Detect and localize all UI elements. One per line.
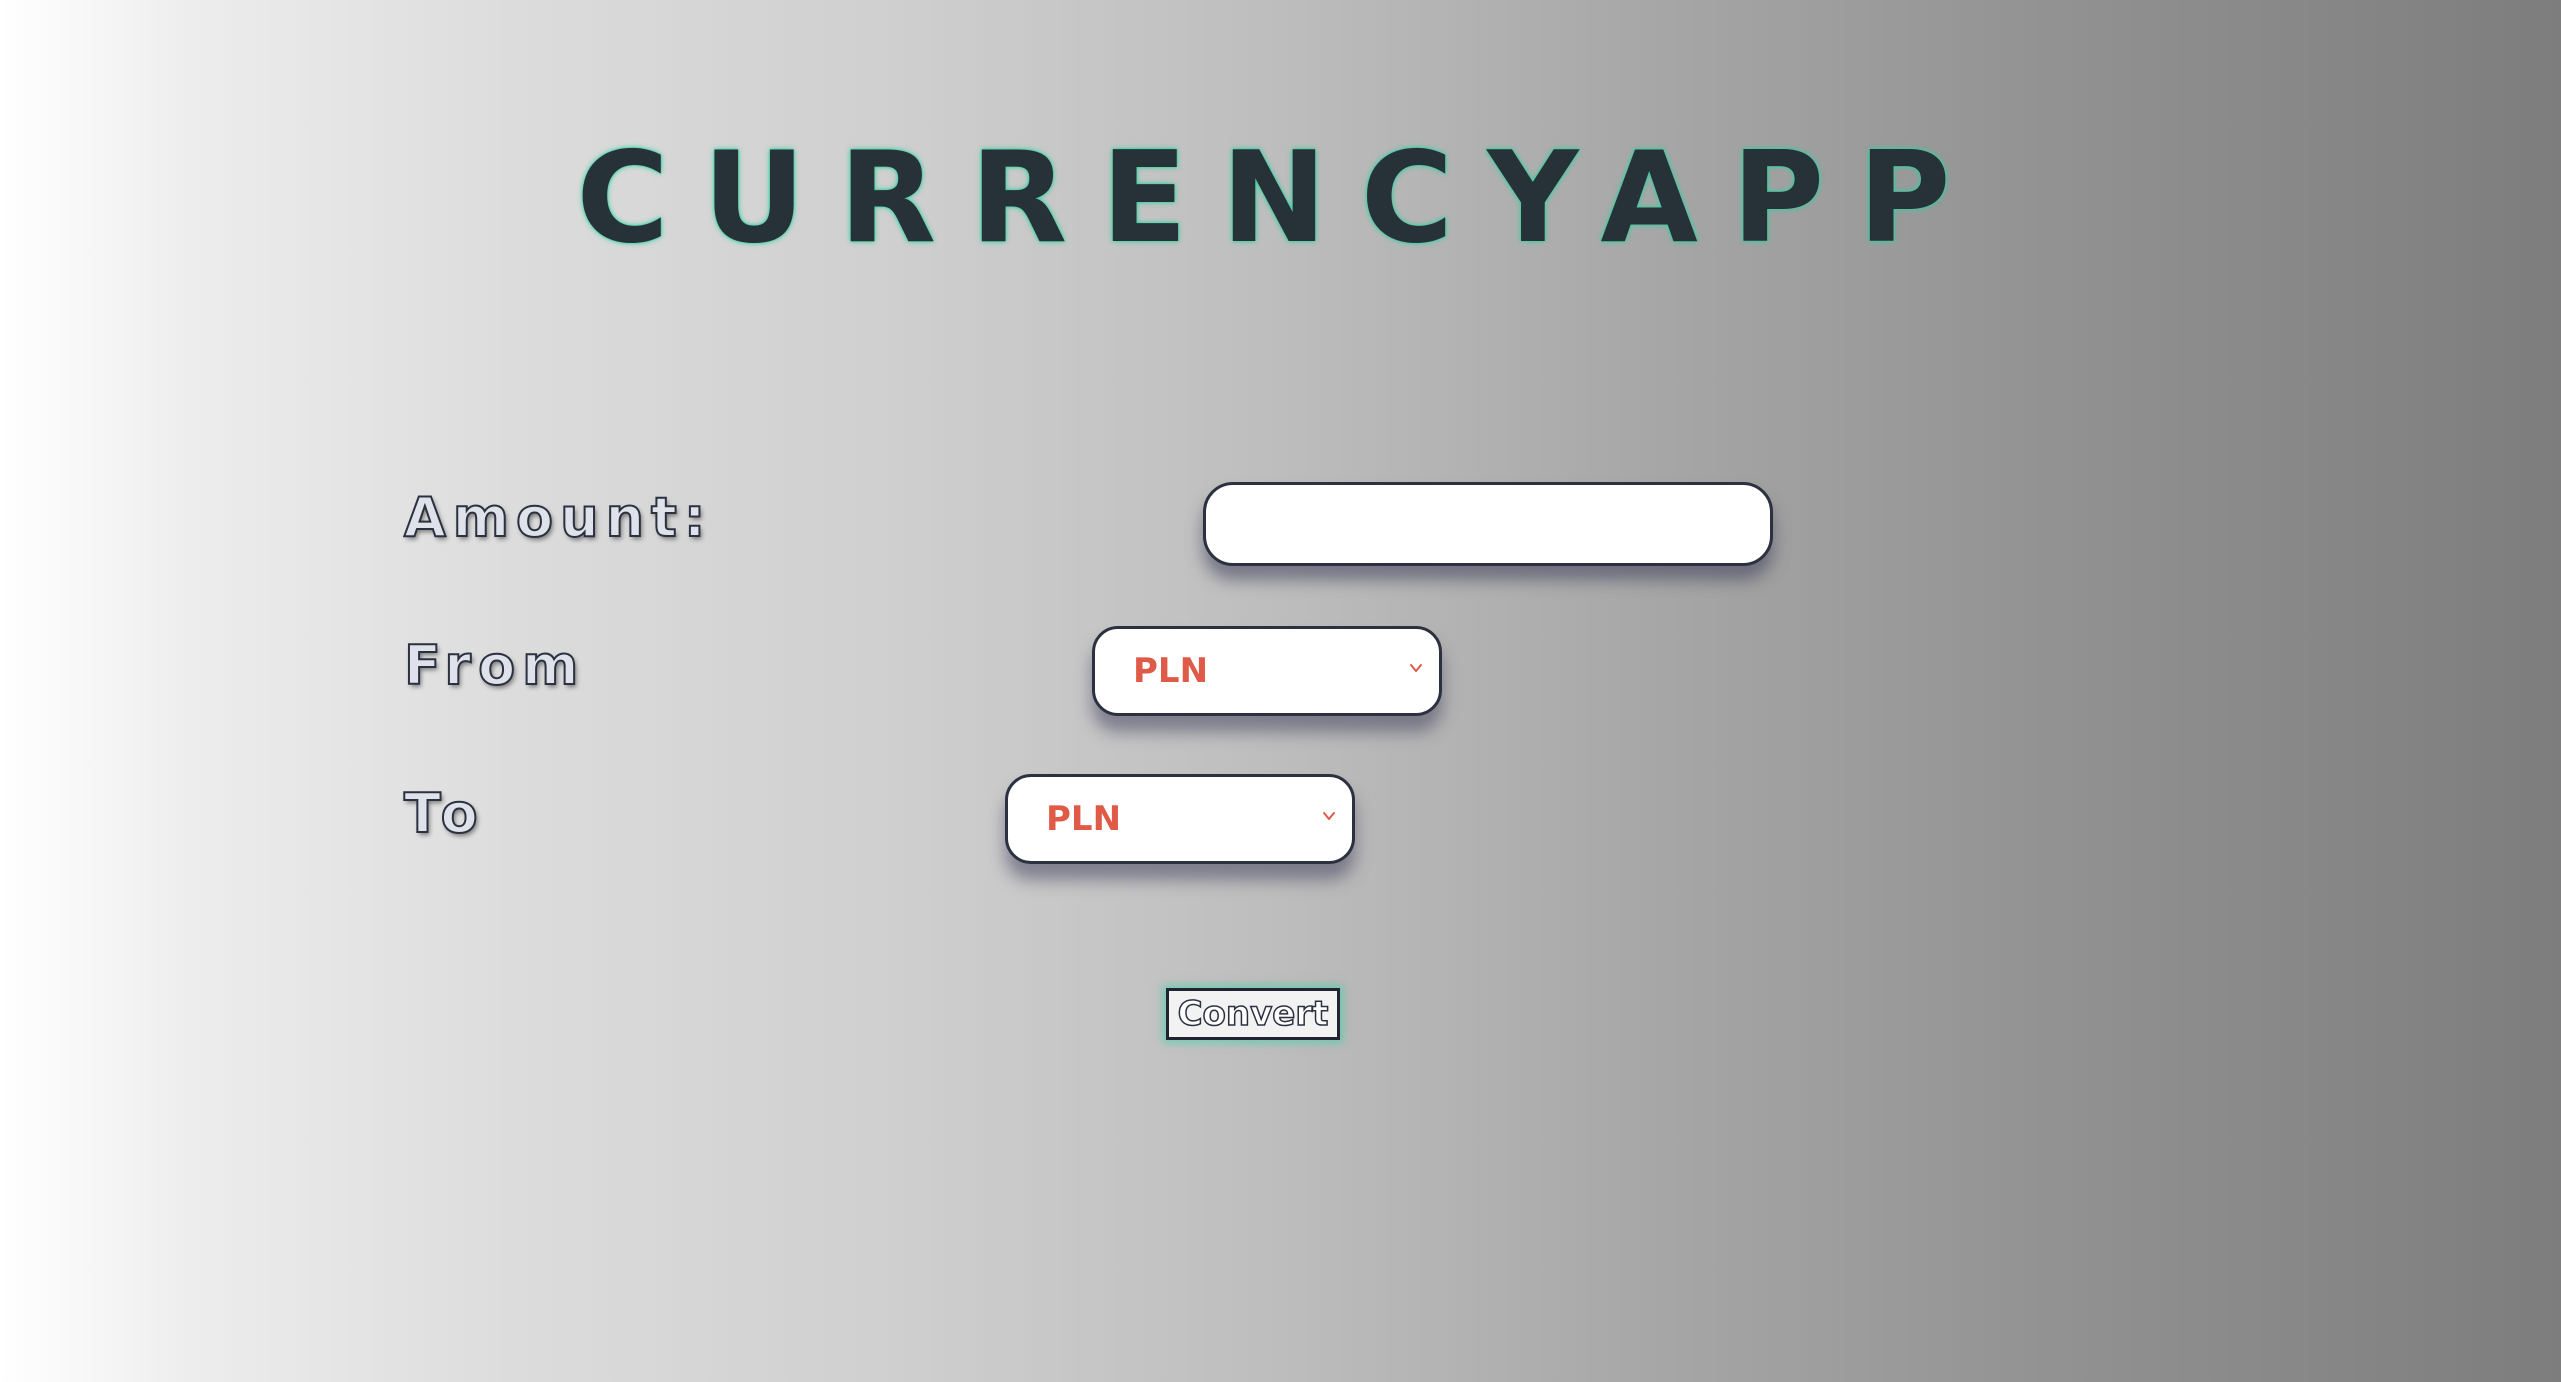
convert-button-label: Convert	[1177, 993, 1329, 1035]
convert-button[interactable]: Convert	[1166, 988, 1340, 1040]
to-label: To	[403, 781, 485, 846]
chevron-down-icon	[1410, 664, 1422, 672]
chevron-down-icon	[1323, 812, 1335, 820]
amount-label: Amount:	[403, 485, 713, 550]
from-currency-select[interactable]: PLN	[1092, 626, 1442, 716]
to-currency-select[interactable]: PLN	[1005, 774, 1355, 864]
app-title: CURRENCYAPP	[576, 124, 1985, 271]
from-label: From	[403, 633, 586, 698]
amount-input[interactable]	[1203, 482, 1773, 566]
to-currency-value: PLN	[1046, 799, 1122, 839]
from-currency-value: PLN	[1133, 651, 1209, 691]
